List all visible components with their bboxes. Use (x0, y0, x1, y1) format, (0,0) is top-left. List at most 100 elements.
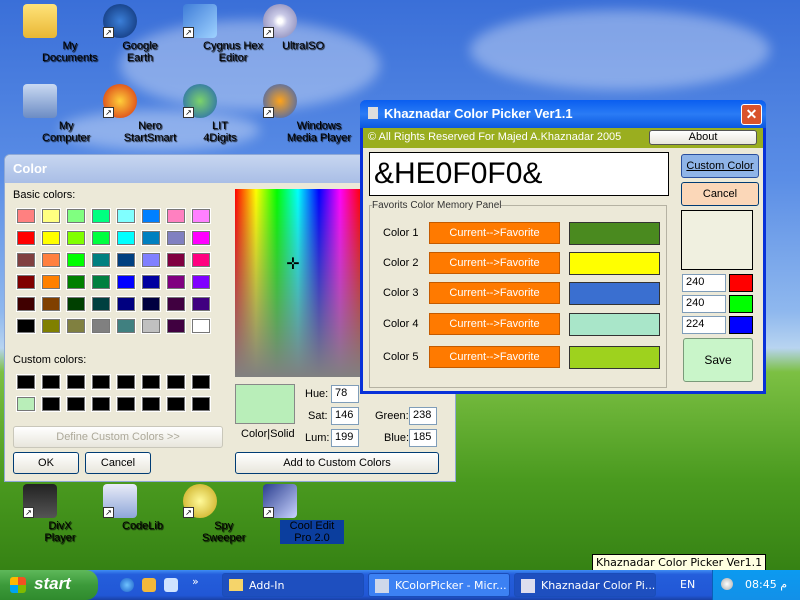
custom-color-swatch[interactable] (116, 396, 136, 412)
basic-color-swatch[interactable] (116, 208, 136, 224)
desktop-icon-codelib[interactable]: ↗ CodeLib (80, 484, 163, 532)
cancel-button[interactable]: Cancel (85, 452, 151, 474)
basic-color-swatch[interactable] (16, 318, 36, 334)
custom-color-swatch[interactable] (166, 396, 186, 412)
basic-color-swatch[interactable] (41, 252, 61, 268)
basic-color-swatch[interactable] (141, 318, 161, 334)
desktop-icon-my-documents[interactable]: My Documents (0, 4, 98, 64)
current-to-favorite-button[interactable]: Current-->Favorite (429, 282, 560, 304)
basic-color-swatch[interactable] (166, 274, 186, 290)
cancel-button[interactable]: Cancel (681, 182, 759, 206)
basic-color-swatch[interactable] (116, 252, 136, 268)
desktop-icon-divx[interactable]: ↗ DivX Player (0, 484, 80, 544)
current-to-favorite-button[interactable]: Current-->Favorite (429, 252, 560, 274)
basic-color-swatch[interactable] (16, 208, 36, 224)
favorite-color-swatch[interactable] (569, 252, 660, 275)
favorite-color-swatch[interactable] (569, 222, 660, 245)
basic-color-swatch[interactable] (16, 296, 36, 312)
basic-color-swatch[interactable] (41, 296, 61, 312)
basic-color-swatch[interactable] (66, 208, 86, 224)
custom-color-swatch[interactable] (191, 396, 211, 412)
basic-color-swatch[interactable] (66, 318, 86, 334)
basic-color-swatch[interactable] (191, 318, 211, 334)
blue-input[interactable]: 224 (682, 316, 726, 334)
custom-color-button[interactable]: Custom Color (681, 154, 759, 178)
custom-color-swatch[interactable] (116, 374, 136, 390)
custom-color-swatch[interactable] (166, 374, 186, 390)
basic-color-swatch[interactable] (66, 296, 86, 312)
basic-color-swatch[interactable] (191, 274, 211, 290)
define-custom-colors-button[interactable]: Define Custom Colors >> (13, 426, 223, 448)
green-input[interactable]: 238 (409, 407, 437, 425)
basic-color-swatch[interactable] (16, 274, 36, 290)
custom-color-swatch[interactable] (191, 374, 211, 390)
color-spectrum[interactable]: ✛ (235, 189, 361, 377)
hex-output[interactable]: &HE0F0F0& (369, 152, 669, 196)
basic-color-swatch[interactable] (16, 230, 36, 246)
task-khaznadar[interactable]: Khaznadar Color Pi... (514, 573, 656, 597)
basic-color-swatch[interactable] (116, 296, 136, 312)
basic-color-swatch[interactable] (91, 252, 111, 268)
desktop-icon-cygnus[interactable]: ↗ Cygnus Hex Editor (160, 4, 263, 64)
current-to-favorite-button[interactable]: Current-->Favorite (429, 222, 560, 244)
clock[interactable]: 08:45 م (745, 578, 787, 591)
basic-color-swatch[interactable] (166, 318, 186, 334)
green-input[interactable]: 240 (682, 295, 726, 313)
basic-color-swatch[interactable] (91, 230, 111, 246)
desktop-icon-ultraiso[interactable]: ↗ UltraISO (240, 4, 324, 52)
custom-color-swatch[interactable] (66, 374, 86, 390)
custom-color-swatch[interactable] (91, 374, 111, 390)
basic-color-swatch[interactable] (191, 296, 211, 312)
basic-color-swatch[interactable] (166, 208, 186, 224)
language-indicator[interactable]: EN (680, 578, 695, 591)
basic-color-swatch[interactable] (91, 208, 111, 224)
custom-color-swatch[interactable] (66, 396, 86, 412)
desktop-icon-my-computer[interactable]: My Computer (0, 84, 90, 144)
desktop-icon-wmp[interactable]: ↗ Windows Media Player (240, 84, 351, 144)
basic-color-swatch[interactable] (116, 274, 136, 290)
task-add-in[interactable]: Add-In (222, 573, 364, 597)
desktop-icon-lit4digits[interactable]: ↗ LIT 4Digits (160, 84, 240, 144)
desktop-icon-nero[interactable]: ↗ Nero StartSmart (80, 84, 176, 144)
basic-color-swatch[interactable] (41, 274, 61, 290)
custom-color-swatch[interactable] (41, 374, 61, 390)
add-to-custom-colors-button[interactable]: Add to Custom Colors (235, 452, 439, 474)
chevron-icon[interactable]: » (192, 575, 199, 588)
ie-icon[interactable] (120, 578, 134, 592)
desktop-icon-spysweeper[interactable]: ↗ Spy Sweeper (160, 484, 245, 544)
basic-color-swatch[interactable] (191, 230, 211, 246)
quicklaunch-icon[interactable] (164, 578, 178, 592)
basic-color-swatch[interactable] (41, 318, 61, 334)
basic-color-swatch[interactable] (141, 252, 161, 268)
current-to-favorite-button[interactable]: Current-->Favorite (429, 346, 560, 368)
favorite-color-swatch[interactable] (569, 313, 660, 336)
khaznadar-titlebar[interactable]: Khaznadar Color Picker Ver1.1 ✕ (360, 100, 766, 128)
basic-color-swatch[interactable] (16, 252, 36, 268)
blue-input[interactable]: 185 (409, 429, 437, 447)
basic-color-swatch[interactable] (141, 230, 161, 246)
close-icon[interactable]: ✕ (741, 104, 762, 125)
basic-color-swatch[interactable] (41, 208, 61, 224)
start-button[interactable]: start (0, 570, 98, 600)
favorite-color-swatch[interactable] (569, 282, 660, 305)
lum-input[interactable]: 199 (331, 429, 359, 447)
basic-color-swatch[interactable] (66, 274, 86, 290)
basic-color-swatch[interactable] (41, 230, 61, 246)
current-to-favorite-button[interactable]: Current-->Favorite (429, 313, 560, 335)
basic-color-swatch[interactable] (166, 230, 186, 246)
basic-color-swatch[interactable] (141, 296, 161, 312)
desktop-icon-google-earth[interactable]: ↗ Google Earth (80, 4, 160, 64)
custom-color-swatch[interactable] (141, 396, 161, 412)
custom-color-swatch[interactable] (91, 396, 111, 412)
about-button[interactable]: About (649, 130, 757, 145)
basic-color-swatch[interactable] (116, 230, 136, 246)
basic-color-swatch[interactable] (66, 230, 86, 246)
hue-input[interactable]: 78 (331, 385, 359, 403)
basic-color-swatch[interactable] (141, 274, 161, 290)
sat-input[interactable]: 146 (331, 407, 359, 425)
basic-color-swatch[interactable] (166, 296, 186, 312)
basic-color-swatch[interactable] (91, 296, 111, 312)
ok-button[interactable]: OK (13, 452, 79, 474)
quicklaunch-icon[interactable] (142, 578, 156, 592)
custom-color-swatch[interactable] (16, 374, 36, 390)
